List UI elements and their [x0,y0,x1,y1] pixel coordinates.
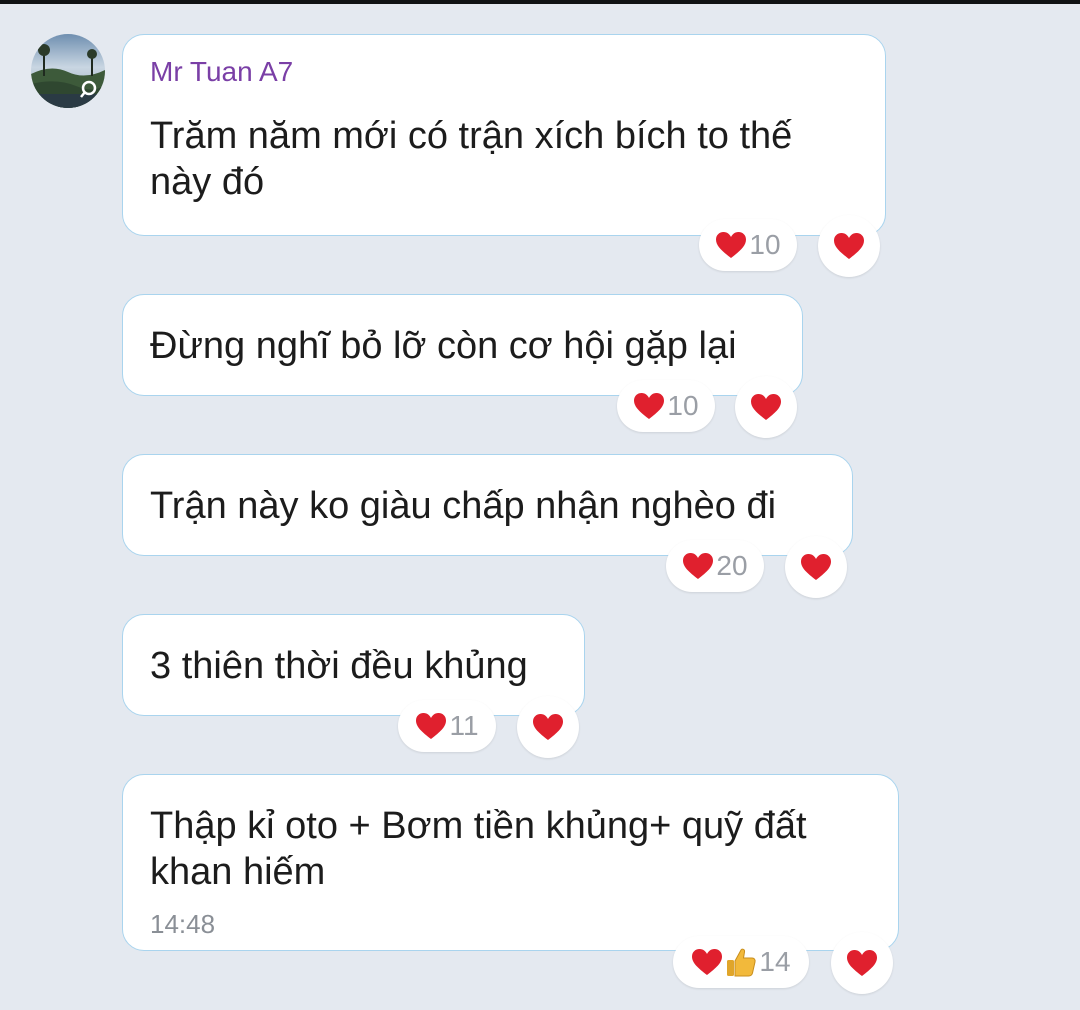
message-text: Đừng nghĩ bỏ lỡ còn cơ hội gặp lại [150,325,737,367]
react-button[interactable] [517,696,579,758]
avatar[interactable] [31,34,105,108]
reaction-summary[interactable]: 20 [666,540,764,592]
message-bubble[interactable]: Đừng nghĩ bỏ lỡ còn cơ hội gặp lại [122,294,803,396]
message-text: Thập kỉ oto + Bơm tiền khủng+ quỹ đất kh… [150,805,807,893]
thumbs-up-icon [725,946,757,978]
reaction-summary[interactable]: 14 [673,936,809,988]
heart-icon [415,712,447,740]
heart-icon [750,393,782,421]
message-bubble[interactable]: Thập kỉ oto + Bơm tiền khủng+ quỹ đất kh… [122,774,899,951]
reaction-count: 11 [449,710,479,741]
message-bubble[interactable]: Mr Tuan A7 Trăm năm mới có trận xích bíc… [122,34,886,236]
react-button[interactable] [735,376,797,438]
message-text: Trận này ko giàu chấp nhận nghèo đi [150,485,777,527]
react-button[interactable] [818,215,880,277]
sender-name[interactable]: Mr Tuan A7 [150,55,293,89]
heart-icon [846,949,878,977]
reaction-count: 10 [749,229,781,260]
reaction-summary[interactable]: 11 [398,700,496,752]
heart-icon [532,713,564,741]
react-button[interactable] [785,536,847,598]
heart-icon [682,552,714,580]
heart-icon [715,231,747,259]
heart-icon [833,232,865,260]
reaction-summary[interactable]: 10 [617,380,715,432]
message-timestamp: 14:48 [150,909,216,939]
reaction-summary[interactable]: 10 [699,219,797,271]
react-button[interactable] [831,932,893,994]
heart-icon [633,392,665,420]
heart-icon [800,553,832,581]
top-edge-bar [0,0,1080,4]
message-text: Trăm năm mới có trận xích bích to thế nà… [150,115,793,203]
reaction-count: 20 [716,550,748,581]
message-text: 3 thiên thời đều khủng [150,645,528,687]
reaction-count: 14 [759,946,791,977]
reaction-count: 10 [667,390,699,421]
message-bubble[interactable]: 3 thiên thời đều khủng [122,614,585,716]
heart-icon [691,948,723,976]
